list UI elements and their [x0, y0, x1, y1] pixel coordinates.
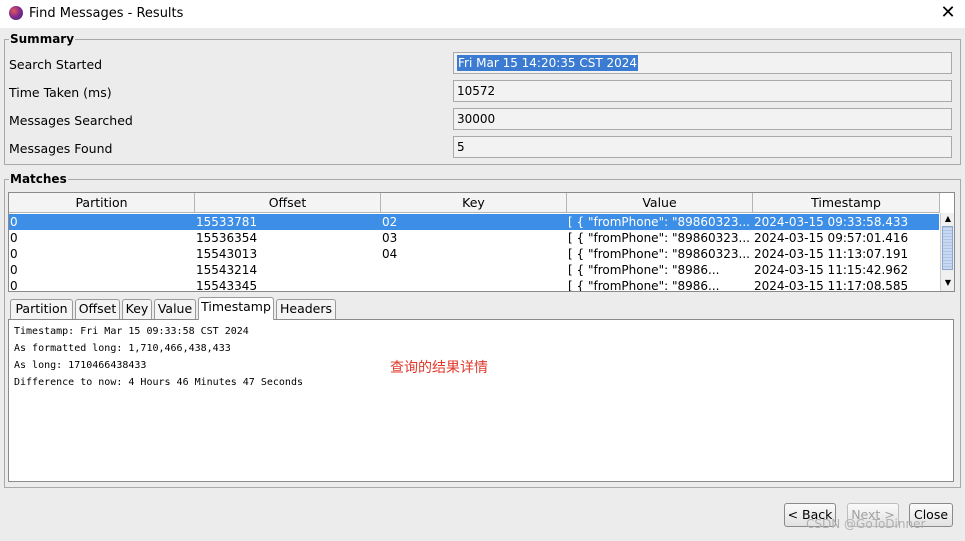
column-header-offset[interactable]: Offset — [195, 193, 381, 213]
cell-partition: 0 — [10, 263, 18, 277]
search-started-label: Search Started — [9, 57, 103, 72]
matches-legend: Matches — [10, 172, 67, 186]
cell-value: [ { "fromPhone": "89860323... — [568, 215, 750, 229]
table-row[interactable]: 0 15543345 [ { "fromPhone": "8986... 202… — [9, 278, 939, 292]
messages-searched-field[interactable]: 30000 — [453, 108, 952, 130]
detail-line: Timestamp: Fri Mar 15 09:33:58 CST 2024 — [14, 326, 249, 337]
cell-partition: 0 — [10, 279, 18, 292]
messages-found-field[interactable]: 5 — [453, 136, 952, 158]
scroll-up-icon[interactable]: ▲ — [941, 213, 954, 225]
messages-found-label: Messages Found — [9, 141, 113, 156]
tab-value[interactable]: Value — [154, 299, 196, 319]
cell-key: 03 — [382, 231, 398, 245]
cell-key — [382, 278, 566, 291]
matches-table: Partition Offset Key Value Timestamp 0 1… — [8, 192, 955, 292]
search-started-field[interactable]: Fri Mar 15 14:20:35 CST 2024 — [453, 52, 952, 74]
column-header-key[interactable]: Key — [381, 193, 567, 213]
cell-offset: 15533781 — [196, 215, 258, 229]
column-header-partition[interactable]: Partition — [9, 193, 195, 213]
detail-panel: Timestamp: Fri Mar 15 09:33:58 CST 2024 … — [8, 319, 954, 482]
column-header-value[interactable]: Value — [567, 193, 753, 213]
detail-line: Difference to now: 4 Hours 46 Minutes 47… — [14, 377, 303, 388]
table-row[interactable]: 0 15543214 [ { "fromPhone": "8986... 202… — [9, 262, 939, 278]
cell-timestamp: 2024-03-15 09:33:58.433 — [754, 215, 909, 229]
table-row[interactable]: 0 15543013 04 [ { "fromPhone": "89860323… — [9, 246, 939, 262]
cell-value: [ { "fromPhone": "8986... — [568, 279, 720, 292]
cell-value: [ { "fromPhone": "8986... — [568, 263, 720, 277]
column-header-timestamp[interactable]: Timestamp — [753, 193, 940, 213]
tab-timestamp[interactable]: Timestamp — [198, 297, 274, 320]
time-taken-field[interactable]: 10572 — [453, 80, 952, 102]
messages-searched-label: Messages Searched — [9, 113, 133, 128]
tab-key[interactable]: Key — [122, 299, 152, 319]
cell-partition: 0 — [10, 231, 18, 245]
cell-timestamp: 2024-03-15 11:17:08.585 — [754, 279, 909, 292]
annotation-text: 查询的结果详情 — [390, 360, 488, 376]
cell-key: 04 — [382, 247, 398, 261]
table-scrollbar[interactable]: ▲ ▼ — [940, 213, 954, 291]
cell-timestamp: 2024-03-15 11:13:07.191 — [754, 247, 909, 261]
tab-headers[interactable]: Headers — [276, 299, 336, 319]
cell-offset: 15543345 — [196, 279, 258, 292]
search-started-value: Fri Mar 15 14:20:35 CST 2024 — [457, 55, 639, 71]
cell-timestamp: 2024-03-15 09:57:01.416 — [754, 231, 909, 245]
cell-key — [382, 262, 566, 278]
detail-line: As long: 1710466438433 — [14, 360, 147, 371]
close-icon[interactable]: ✕ — [936, 2, 960, 24]
tab-partition[interactable]: Partition — [10, 299, 73, 319]
window-title: Find Messages - Results — [29, 6, 184, 21]
title-bar: Find Messages - Results ✕ — [0, 0, 965, 28]
table-row[interactable]: 0 15533781 02 [ { "fromPhone": "89860323… — [9, 214, 939, 230]
app-icon — [9, 6, 23, 20]
scroll-down-icon[interactable]: ▼ — [941, 277, 954, 289]
cell-value: [ { "fromPhone": "89860323... — [568, 231, 750, 245]
cell-offset: 15543214 — [196, 263, 258, 277]
time-taken-label: Time Taken (ms) — [9, 85, 112, 100]
table-row[interactable]: 0 15536354 03 [ { "fromPhone": "89860323… — [9, 230, 939, 246]
cell-offset: 15543013 — [196, 247, 258, 261]
cell-value: [ { "fromPhone": "89860323... — [568, 247, 750, 261]
cell-timestamp: 2024-03-15 11:15:42.962 — [754, 263, 909, 277]
cell-offset: 15536354 — [196, 231, 258, 245]
cell-partition: 0 — [10, 247, 18, 261]
cell-partition: 0 — [10, 215, 18, 229]
detail-line: As formatted long: 1,710,466,438,433 — [14, 343, 231, 354]
scroll-thumb[interactable] — [942, 226, 953, 270]
tab-offset[interactable]: Offset — [75, 299, 120, 319]
cell-key: 02 — [382, 215, 398, 229]
summary-legend: Summary — [10, 32, 75, 46]
watermark: CSDN @GoToDinner — [806, 517, 926, 531]
